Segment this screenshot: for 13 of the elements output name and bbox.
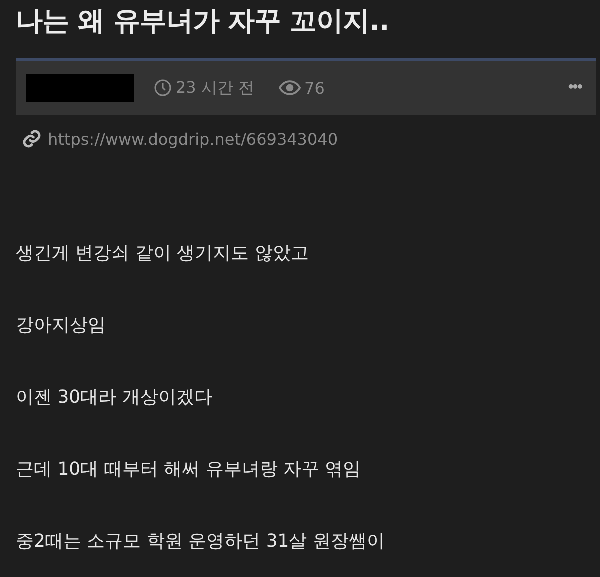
post-link[interactable]: https://www.dogdrip.net/669343040 — [48, 130, 338, 148]
link-icon — [22, 129, 42, 149]
more-button[interactable]: ••• — [564, 79, 586, 97]
body-paragraph: 강아지상임 — [16, 314, 107, 338]
clock-icon — [154, 79, 172, 97]
view-count: 76 — [304, 78, 325, 98]
post-time: 23 시간 전 — [176, 78, 255, 98]
body-paragraph: 생긴게 변강쇠 같이 생기지도 않았고 — [16, 242, 310, 266]
body-paragraph: 중2때는 소규모 학원 운영하던 31살 원장쌤이 — [16, 530, 386, 554]
body-paragraph: 이젠 30대라 개상이겠다 — [16, 386, 214, 410]
body-paragraph: 근데 10대 때부터 해써 유부녀랑 자꾸 엮임 — [16, 458, 362, 482]
eye-icon — [278, 80, 301, 96]
post-title: 나는 왜 유부녀가 자꾸 꼬이지.. — [16, 5, 390, 39]
